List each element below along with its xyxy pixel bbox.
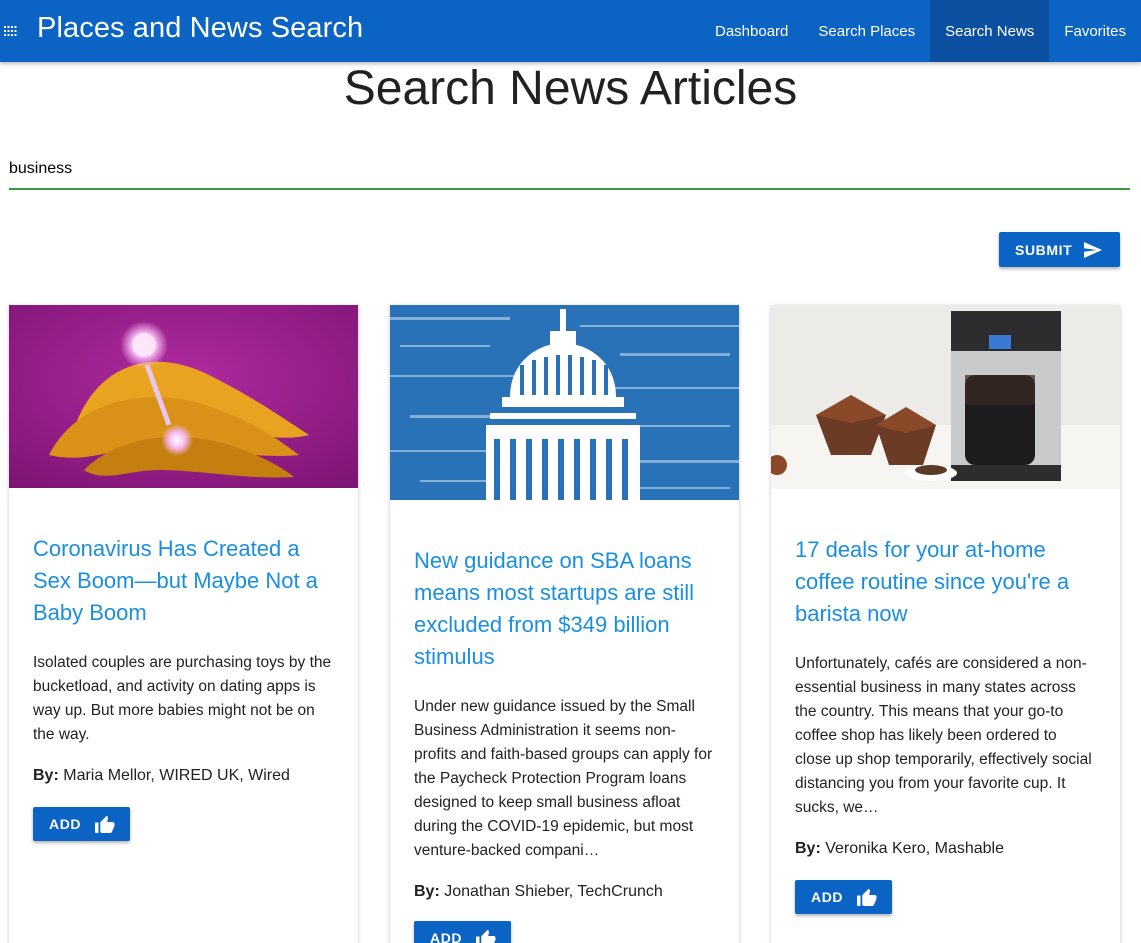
article-author: Veronika Kero, Mashable — [825, 840, 1005, 857]
byline-label: By: — [33, 767, 64, 784]
article-image — [390, 305, 739, 500]
article-image-bananas — [9, 305, 358, 488]
thumb-up-icon — [476, 929, 496, 943]
page-title: Search News Articles — [343, 62, 798, 115]
article-byline: By: Jonathan Shieber, TechCrunch — [414, 883, 715, 901]
article-byline: By: Veronika Kero, Mashable — [795, 840, 1096, 858]
send-icon — [1084, 241, 1103, 258]
byline-label: By: — [795, 840, 826, 857]
submit-label: SUBMIT — [1015, 241, 1073, 258]
article-body: 17 deals for your at-home coffee routine… — [771, 534, 1120, 914]
add-favorite-button[interactable]: ADD — [414, 921, 511, 943]
article-description: Isolated couples are purchasing toys by … — [33, 654, 332, 743]
main-nav: Dashboard Search Places Search News Favo… — [700, 0, 1141, 62]
nav-search-places[interactable]: Search Places — [803, 0, 930, 62]
article-body: New guidance on SBA loans means most sta… — [390, 545, 739, 943]
add-label: ADD — [49, 816, 82, 832]
article-image — [771, 305, 1120, 489]
top-app-bar: Places and News Search Dashboard Search … — [0, 0, 1141, 62]
thumb-up-icon — [95, 815, 115, 833]
nav-favorites[interactable]: Favorites — [1049, 0, 1141, 62]
add-favorite-button[interactable]: ADD — [33, 807, 130, 841]
submit-button[interactable]: SUBMIT — [999, 232, 1120, 267]
article-description: Under new guidance issued by the Small B… — [414, 698, 713, 859]
search-underline — [9, 188, 1130, 190]
article-card: 17 deals for your at-home coffee routine… — [771, 305, 1120, 943]
byline-label: By: — [414, 883, 445, 900]
search-field — [9, 150, 1130, 190]
article-description: Unfortunately, cafés are considered a no… — [795, 655, 1092, 816]
search-input[interactable] — [9, 150, 1130, 188]
article-title[interactable]: 17 deals for your at-home coffee routine… — [795, 534, 1096, 630]
add-label: ADD — [811, 889, 844, 905]
add-favorite-button[interactable]: ADD — [795, 880, 892, 914]
article-title[interactable]: New guidance on SBA loans means most sta… — [414, 545, 715, 673]
nav-search-news[interactable]: Search News — [930, 0, 1050, 62]
apps-grid-icon[interactable] — [3, 23, 19, 39]
nav-dashboard[interactable]: Dashboard — [700, 0, 803, 62]
thumb-up-icon — [857, 888, 877, 906]
article-author: Maria Mellor, WIRED UK, Wired — [63, 767, 290, 784]
article-image-coffee-maker — [771, 305, 1120, 489]
article-card: New guidance on SBA loans means most sta… — [390, 305, 739, 943]
article-card: Coronavirus Has Created a Sex Boom—but M… — [9, 305, 358, 943]
add-label: ADD — [430, 930, 463, 943]
article-author: Jonathan Shieber, TechCrunch — [444, 883, 663, 900]
article-byline: By: Maria Mellor, WIRED UK, Wired — [33, 767, 334, 785]
article-title[interactable]: Coronavirus Has Created a Sex Boom—but M… — [33, 533, 334, 629]
article-image — [9, 305, 358, 488]
article-body: Coronavirus Has Created a Sex Boom—but M… — [9, 533, 358, 841]
app-title: Places and News Search — [37, 12, 364, 44]
article-image-capitol — [390, 305, 739, 500]
